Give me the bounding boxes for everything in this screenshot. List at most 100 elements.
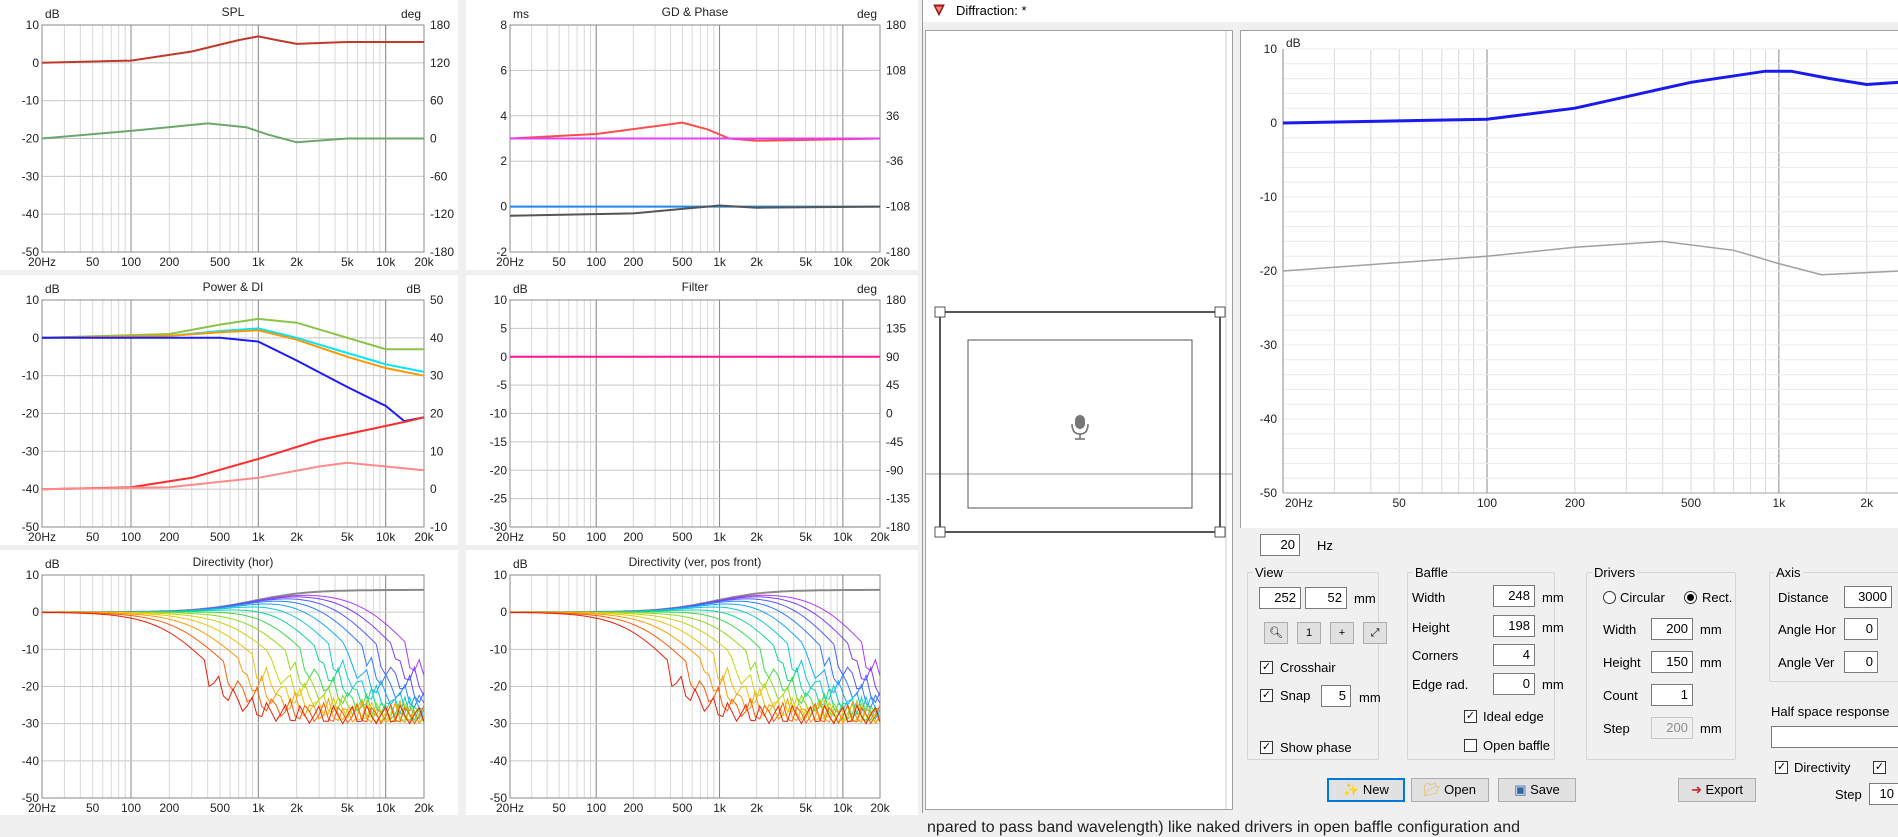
baffle-width-input[interactable]: 248 xyxy=(1493,585,1535,607)
baffle-drawing[interactable] xyxy=(926,31,1232,809)
driver-count-input[interactable]: 1 xyxy=(1651,684,1693,706)
ideal-edge-label: Ideal edge xyxy=(1483,709,1544,724)
y-axis-unit: ms xyxy=(513,7,529,21)
resize-handle[interactable] xyxy=(934,306,946,318)
y-tick-label: -30 xyxy=(22,444,40,458)
baffle-edge-input[interactable]: 0 xyxy=(1493,673,1535,695)
y-tick-label: 10 xyxy=(494,293,508,307)
resize-handle[interactable] xyxy=(1214,306,1226,318)
frequency-input[interactable]: 20 xyxy=(1260,534,1300,556)
driver-step-label: Step xyxy=(1603,721,1630,736)
series-line xyxy=(41,317,424,351)
y2-tick-label: -60 xyxy=(430,169,448,183)
directivity-step-input[interactable]: 10 xyxy=(1869,783,1898,805)
export-icon: ➜ xyxy=(1690,782,1702,797)
y-tick-label: -50 xyxy=(1260,486,1278,500)
x-tick-label: 500 xyxy=(210,801,230,815)
resize-handle[interactable] xyxy=(934,526,946,538)
x-tick-label: 200 xyxy=(623,530,643,544)
show-phase-checkbox[interactable]: ✓ xyxy=(1260,741,1273,754)
y-tick-label: -10 xyxy=(22,642,40,656)
axis-distance-input[interactable]: 3000 xyxy=(1844,586,1892,608)
x-tick-label: 100 xyxy=(121,530,141,544)
snap-checkbox[interactable]: ✓ xyxy=(1260,689,1273,702)
y-tick-label: -10 xyxy=(22,94,40,108)
x-tick-label: 2k xyxy=(290,801,304,815)
driver-height-input[interactable]: 150 xyxy=(1651,651,1693,673)
snap-input[interactable]: 5 xyxy=(1321,685,1351,707)
zoom-in-icon: + xyxy=(1338,627,1346,639)
x-tick-label: 20Hz xyxy=(496,530,524,544)
y2-tick-label: 180 xyxy=(886,18,906,32)
y2-tick-label: 10 xyxy=(430,444,444,458)
rect-radio[interactable] xyxy=(1684,591,1697,604)
chart-spl: 10 0 -10 -20 -30 -40 -50 180 120 60 0 -60 -120 -180 20… xyxy=(0,0,458,270)
baffle-group-title: Baffle xyxy=(1413,565,1451,580)
directivity-extra-checkbox[interactable]: ✓ xyxy=(1873,761,1886,774)
y-axis-unit: dB xyxy=(513,282,528,296)
baffle-corners-input[interactable]: 4 xyxy=(1493,644,1535,666)
y-tick-label: -20 xyxy=(1260,264,1278,278)
y-tick-label: 10 xyxy=(1264,42,1278,56)
x-tick-label: 2k xyxy=(290,530,304,544)
x-tick-label: 1k xyxy=(252,801,266,815)
x-tick-label: 200 xyxy=(1565,496,1585,510)
baffle-edge-unit: mm xyxy=(1542,677,1564,692)
x-tick-label: 20k xyxy=(870,255,890,269)
response-graph[interactable]: 10 0 -10 -20 -30 -40 -50 dB 20Hz 50 100 200 500 1k 2k xyxy=(1240,30,1898,528)
open-baffle-checkbox[interactable] xyxy=(1464,739,1477,752)
y2-tick-label: 120 xyxy=(430,56,450,70)
driver-width-input[interactable]: 200 xyxy=(1651,618,1693,640)
open-button[interactable]: 📂︎ Open xyxy=(1411,778,1489,802)
y-tick-label: -30 xyxy=(22,717,40,731)
ideal-edge-checkbox[interactable]: ✓ xyxy=(1464,710,1477,723)
circular-radio[interactable] xyxy=(1603,591,1616,604)
directivity-step-label: Step xyxy=(1835,787,1862,802)
x-tick-label: 50 xyxy=(552,255,566,269)
y-axis-unit: dB xyxy=(513,557,528,571)
x-tick-label: 50 xyxy=(86,801,100,815)
y-tick-label: 0 xyxy=(500,350,507,364)
microphone-icon[interactable] xyxy=(1071,415,1089,440)
save-button[interactable]: ▣ Save xyxy=(1498,778,1576,802)
x-tick-label: 100 xyxy=(586,801,606,815)
x-tick-label: 5k xyxy=(799,801,813,815)
half-space-select[interactable] xyxy=(1771,726,1898,748)
driver-height-unit: mm xyxy=(1700,655,1722,670)
baffle-width-unit: mm xyxy=(1542,590,1564,605)
axis-angle-hor-input[interactable]: 0 xyxy=(1844,618,1878,640)
baffle-canvas[interactable] xyxy=(925,30,1233,810)
view-y-input[interactable]: 52 xyxy=(1305,587,1347,609)
new-button-label: New xyxy=(1362,782,1389,797)
y-tick-label: 10 xyxy=(26,568,40,582)
resize-handle[interactable] xyxy=(1214,526,1226,538)
background-document-text: npared to pass band wavelength) like nak… xyxy=(927,819,1520,836)
x-tick-label: 200 xyxy=(623,255,643,269)
y2-tick-label: 20 xyxy=(430,407,444,421)
window-title: Diffraction: * xyxy=(956,3,1027,18)
x-tick-label: 20Hz xyxy=(28,801,56,815)
y-tick-label: 10 xyxy=(26,18,40,32)
zoom-in-button[interactable]: + xyxy=(1330,622,1354,644)
zoom-out-button[interactable]: 🔍︎ xyxy=(1264,622,1288,644)
x-tick-label: 5k xyxy=(341,530,355,544)
floppy-disk-icon: ▣ xyxy=(1514,782,1527,797)
new-button[interactable]: ✨ New xyxy=(1327,778,1405,802)
driver-count-label: Count xyxy=(1603,688,1638,703)
x-tick-label: 20k xyxy=(414,530,434,544)
axis-angle-ver-input[interactable]: 0 xyxy=(1844,651,1878,673)
zoom-reset-button[interactable]: 1 xyxy=(1297,622,1321,644)
driver-width-unit: mm xyxy=(1700,622,1722,637)
chart-title: Directivity (ver, pos front) xyxy=(629,555,762,569)
y2-tick-label: -120 xyxy=(430,207,454,221)
x-tick-label: 5k xyxy=(341,255,355,269)
export-button[interactable]: ➜ Export xyxy=(1678,778,1756,802)
view-x-input[interactable]: 252 xyxy=(1259,587,1301,609)
zoom-fit-button[interactable]: ⤢ xyxy=(1363,622,1387,644)
directivity-checkbox[interactable]: ✓ xyxy=(1775,761,1788,774)
baffle-height-input[interactable]: 198 xyxy=(1493,615,1535,637)
y2-tick-label: 36 xyxy=(886,109,900,123)
directivity-label: Directivity xyxy=(1794,760,1851,775)
x-tick-label: 100 xyxy=(1477,496,1497,510)
crosshair-checkbox[interactable]: ✓ xyxy=(1260,661,1273,674)
